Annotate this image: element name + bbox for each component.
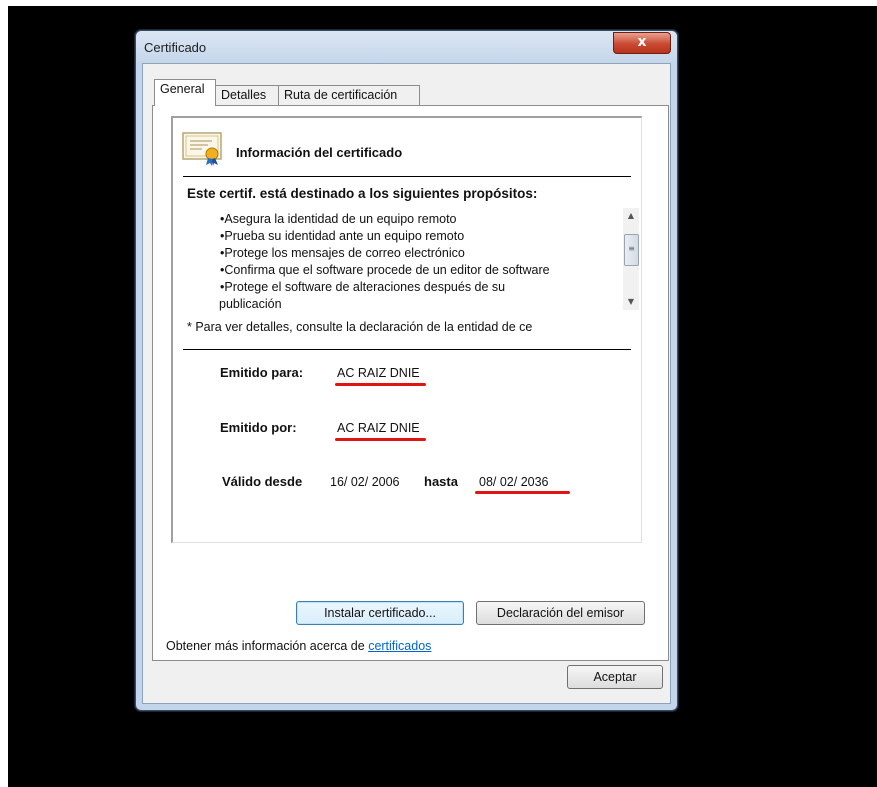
tab-label: Detalles <box>221 88 267 102</box>
purposes-list: Asegura la identidad de un equipo remoto… <box>220 211 610 296</box>
valid-to-label: hasta <box>424 474 458 489</box>
scroll-up-arrow-icon[interactable]: ▲ <box>623 208 639 224</box>
scroll-thumb[interactable]: ≡ <box>624 234 639 266</box>
dialog-client-area: General Detalles Ruta de certificación I… <box>142 63 671 704</box>
list-item: Asegura la identidad de un equipo remoto <box>220 211 610 228</box>
issuer-statement-button[interactable]: Declaración del emisor <box>476 601 645 625</box>
issued-by-label: Emitido por: <box>220 420 297 435</box>
certificate-icon <box>182 130 224 166</box>
issued-to-label: Emitido para: <box>220 365 304 380</box>
divider <box>183 176 631 177</box>
close-icon: x <box>637 34 647 50</box>
certificate-info-box: Información del certificado Este certif.… <box>171 116 642 543</box>
certificate-info-title: Información del certificado <box>236 145 403 160</box>
purpose-continuation: publicación <box>219 297 282 311</box>
issued-by-value: AC RAIZ DNIE <box>337 421 420 435</box>
button-label: Aceptar <box>593 670 637 684</box>
more-info-text: Obtener más información acerca de certif… <box>166 639 431 653</box>
button-label: Instalar certificado... <box>324 606 436 620</box>
details-note: * Para ver detalles, consulte la declara… <box>187 320 533 334</box>
tab-general[interactable]: General <box>154 79 216 106</box>
certificates-link[interactable]: certificados <box>368 639 431 653</box>
tab-ruta-certificacion[interactable]: Ruta de certificación <box>278 85 420 105</box>
valid-from-value: 16/ 02/ 2006 <box>330 475 400 489</box>
list-item: Confirma que el software procede de un e… <box>220 262 610 279</box>
red-underline <box>335 438 426 441</box>
tab-label: Ruta de certificación <box>284 88 398 102</box>
window-title: Certificado <box>144 40 207 55</box>
certificate-dialog: Certificado x General Detalles Ruta de c… <box>135 30 678 711</box>
more-info-label: Obtener más información acerca de <box>166 639 369 653</box>
valid-from-label: Válido desde <box>222 474 303 489</box>
accept-button[interactable]: Aceptar <box>567 665 663 689</box>
divider <box>183 349 631 350</box>
scroll-down-arrow-icon[interactable]: ▼ <box>623 294 639 310</box>
list-item: Protege el software de alteraciones desp… <box>220 279 610 296</box>
red-underline <box>335 383 426 386</box>
red-underline <box>475 491 570 494</box>
issued-to-value: AC RAIZ DNIE <box>337 366 420 380</box>
title-bar[interactable]: Certificado x <box>136 31 677 63</box>
list-item: Prueba su identidad ante un equipo remot… <box>220 228 610 245</box>
purposes-heading: Este certif. está destinado a los siguie… <box>187 186 538 201</box>
tab-detalles[interactable]: Detalles <box>215 85 279 105</box>
close-button[interactable]: x <box>613 32 671 54</box>
tab-label: General <box>160 82 205 96</box>
list-item: Protege los mensajes de correo electróni… <box>220 245 610 262</box>
install-certificate-button[interactable]: Instalar certificado... <box>296 601 464 625</box>
valid-to-value: 08/ 02/ 2036 <box>479 475 549 489</box>
purposes-scrollbar[interactable]: ▲ ≡ ▼ <box>623 208 639 310</box>
general-tab-panel: Información del certificado Este certif.… <box>152 105 669 661</box>
button-label: Declaración del emisor <box>496 606 625 620</box>
